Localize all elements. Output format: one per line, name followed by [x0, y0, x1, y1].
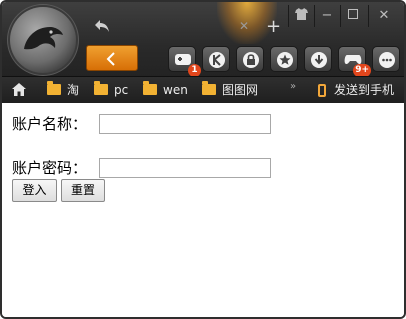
star-icon	[277, 52, 293, 68]
close-icon: ✕	[378, 8, 390, 23]
tab-close-icon[interactable]: ✕	[238, 20, 250, 32]
bookmarks-bar: 淘 pc wen 图图网 » 发送到手机	[2, 76, 404, 103]
cheetah-logo-icon	[24, 27, 63, 50]
bookmark-folder[interactable]: 图图网	[202, 77, 258, 103]
folder-icon	[47, 81, 61, 95]
bookmark-label: wen	[163, 83, 188, 97]
folder-icon	[94, 81, 108, 95]
download-icon	[311, 52, 327, 68]
folder-icon	[202, 81, 216, 95]
maximize-button[interactable]	[340, 5, 365, 27]
page-content: 账户名称： 账户密码： 登入 重置	[2, 103, 404, 317]
undo-icon[interactable]	[94, 19, 110, 33]
toolbar-star-button[interactable]	[270, 46, 298, 72]
password-label: 账户密码：	[12, 159, 88, 177]
toolbar-gamepad-button[interactable]: 9+	[338, 46, 371, 77]
toolbar-k-button[interactable]	[202, 46, 230, 72]
bookmark-label: 图图网	[222, 83, 259, 97]
send-to-phone-button[interactable]: 发送到手机	[318, 77, 394, 103]
bookmark-label: pc	[114, 83, 129, 97]
bookmark-folder[interactable]: pc	[94, 77, 128, 103]
more-icon	[379, 52, 395, 68]
close-button[interactable]: ✕	[368, 5, 399, 27]
username-label: 账户名称：	[12, 115, 88, 133]
skin-button[interactable]	[288, 5, 313, 27]
chevron-left-icon	[106, 52, 115, 66]
bookmark-label: 淘	[67, 83, 80, 97]
browser-window: ✕ + − ✕ 1 9+ 淘 pc wen 图图网 » 发送到手机 账户名称： …	[0, 0, 406, 319]
phone-icon	[318, 84, 326, 97]
home-icon[interactable]	[12, 83, 26, 96]
new-tab-button[interactable]: +	[266, 18, 281, 36]
shirt-icon	[294, 8, 308, 20]
login-button[interactable]: 登入	[12, 179, 57, 202]
bookmark-folder[interactable]: wen	[143, 77, 188, 103]
reset-button[interactable]: 重置	[61, 179, 105, 202]
bookmark-folder[interactable]: 淘	[47, 77, 79, 103]
browser-logo[interactable]	[10, 7, 76, 73]
toolbar-game-button[interactable]: 1	[168, 46, 201, 77]
toolbar-more-button[interactable]	[372, 46, 400, 72]
send-to-phone-label: 发送到手机	[334, 83, 395, 97]
toolbar-lock-button[interactable]	[236, 46, 264, 72]
back-button[interactable]	[86, 45, 138, 71]
maximize-icon	[348, 9, 358, 19]
lock-icon	[243, 52, 259, 68]
k-icon	[209, 52, 225, 68]
username-input[interactable]	[99, 114, 271, 134]
password-input[interactable]	[99, 158, 271, 178]
toolbar-download-button[interactable]	[304, 46, 332, 72]
minimize-button[interactable]: −	[314, 5, 339, 27]
minimize-icon: −	[321, 8, 333, 23]
title-bar: ✕ + − ✕ 1 9+	[2, 2, 404, 77]
bookmarks-overflow-button[interactable]: »	[290, 77, 296, 97]
folder-icon	[143, 81, 157, 95]
